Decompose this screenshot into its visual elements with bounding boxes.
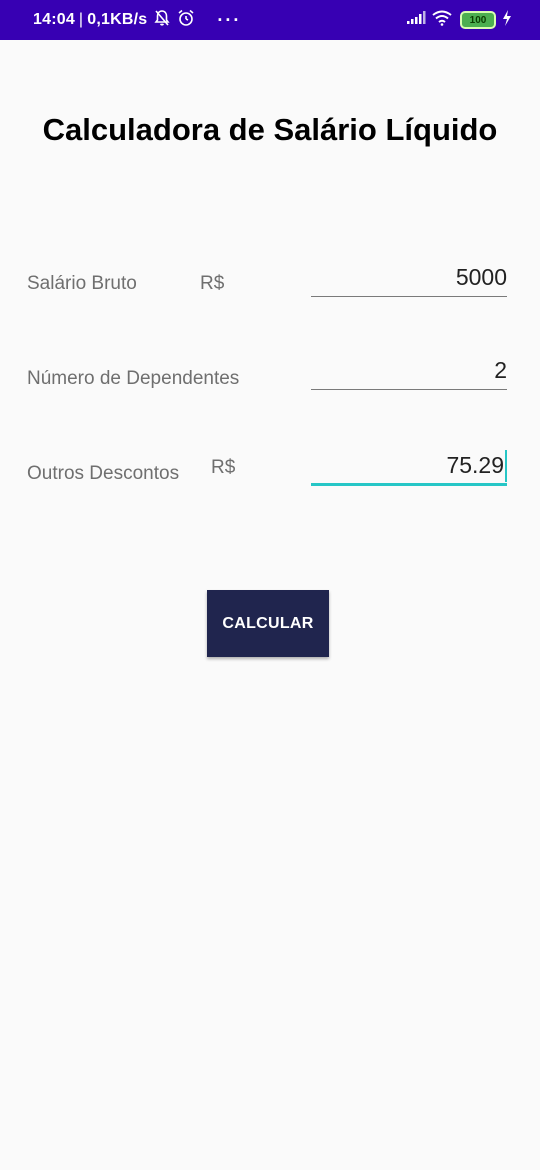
page-title: Calculadora de Salário Líquido: [42, 112, 498, 147]
salary-currency: R$: [200, 273, 225, 294]
bell-off-icon: [153, 9, 171, 32]
status-time: 14:04: [33, 11, 75, 28]
status-speed: 0,1KB/s: [87, 11, 148, 28]
discounts-currency: R$: [211, 457, 236, 478]
status-more: ···: [217, 9, 242, 30]
discounts-input[interactable]: 75.29: [311, 446, 507, 486]
dependents-input[interactable]: 2: [311, 350, 507, 390]
dependents-label: Número de Dependentes: [27, 368, 240, 389]
salary-input[interactable]: 5000: [311, 257, 507, 297]
alarm-icon: [177, 9, 195, 32]
status-bar: 14:04 | 0,1KB/s ··· 100: [0, 0, 540, 40]
dependents-value: 2: [494, 357, 507, 383]
salary-value: 5000: [455, 264, 507, 290]
status-separator: |: [78, 11, 84, 28]
text-cursor: [505, 450, 507, 482]
signal-icon: [406, 10, 426, 30]
discounts-label: Outros Descontos: [27, 463, 180, 484]
calculate-button[interactable]: CALCULAR: [207, 590, 329, 657]
discounts-value: 75.29: [446, 452, 504, 478]
battery-icon: 100: [460, 11, 496, 29]
salary-label: Salário Bruto: [27, 273, 137, 294]
wifi-icon: [432, 10, 452, 31]
charging-icon: [502, 9, 512, 31]
status-left: 14:04 | 0,1KB/s ···: [33, 0, 241, 40]
status-right: 100: [400, 0, 512, 40]
